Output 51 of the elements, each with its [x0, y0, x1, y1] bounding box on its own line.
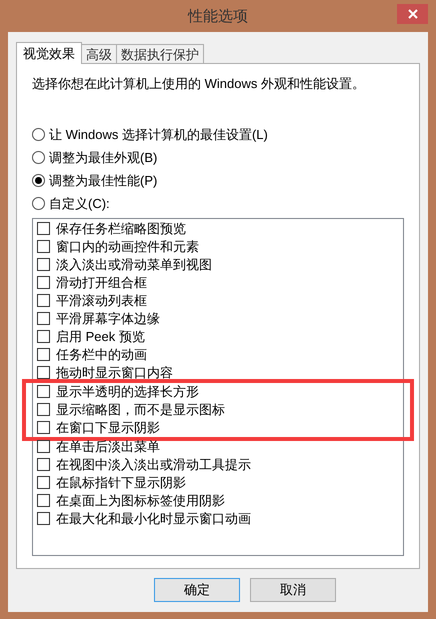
window-title: 性能选项 [188, 6, 248, 27]
option-label: 平滑滚动列表框 [56, 292, 147, 310]
checkbox[interactable] [37, 512, 50, 525]
checkbox[interactable] [37, 276, 50, 289]
option-label: 在单击后淡出菜单 [56, 438, 160, 456]
option-label: 淡入淡出或滑动菜单到视图 [56, 256, 212, 274]
option-label: 拖动时显示窗口内容 [56, 364, 173, 382]
option-label: 在鼠标指针下显示阴影 [56, 474, 186, 492]
option-label: 在桌面上为图标标签使用阴影 [56, 492, 225, 510]
radio-label: 调整为最佳外观(B) [49, 148, 158, 167]
checkbox[interactable] [37, 366, 50, 379]
option-label: 在最大化和最小化时显示窗口动画 [56, 510, 251, 528]
radio-label: 自定义(C): [49, 194, 110, 213]
checkbox[interactable] [37, 458, 50, 471]
radio-label: 调整为最佳性能(P) [49, 172, 158, 190]
checkbox[interactable] [37, 403, 50, 416]
option-label: 在视图中淡入淡出或滑动工具提示 [56, 456, 251, 474]
checkbox[interactable] [37, 294, 50, 307]
checkbox[interactable] [37, 385, 50, 398]
checkbox[interactable] [37, 421, 50, 434]
option-label: 显示半透明的选择长方形 [56, 382, 199, 401]
radio-button[interactable] [32, 197, 45, 210]
close-button[interactable] [397, 4, 428, 24]
radio-button[interactable] [32, 128, 45, 141]
checkbox[interactable] [37, 348, 50, 361]
checkbox[interactable] [37, 330, 50, 343]
option-label: 在窗口下显示阴影 [56, 418, 160, 437]
close-icon [408, 9, 418, 19]
option-label: 任务栏中的动画 [56, 346, 147, 364]
option-label: 保存任务栏缩略图预览 [56, 220, 186, 238]
option-label: 滑动打开组合框 [56, 274, 147, 292]
option-label: 窗口内的动画控件和元素 [56, 238, 199, 256]
tab[interactable]: 数据执行保护 [116, 44, 204, 63]
checkbox[interactable] [37, 222, 50, 235]
tab[interactable]: 高级 [81, 44, 117, 63]
checkbox[interactable] [37, 440, 50, 453]
description: 选择你想在此计算机上使用的 Windows 外观和性能设置。 [32, 75, 366, 93]
radio-button[interactable] [32, 151, 45, 164]
checkbox[interactable] [37, 240, 50, 253]
dialog-button[interactable]: 确定 [154, 578, 240, 602]
radio-label: 让 Windows 选择计算机的最佳设置(L) [49, 126, 268, 144]
checkbox[interactable] [37, 494, 50, 507]
checkbox[interactable] [37, 476, 50, 489]
radio-button[interactable] [32, 174, 45, 187]
checkbox[interactable] [37, 312, 50, 325]
checkbox[interactable] [37, 258, 50, 271]
option-label: 显示缩略图，而不是显示图标 [56, 400, 225, 419]
option-label: 启用 Peek 预览 [56, 328, 145, 346]
dialog-button[interactable]: 取消 [250, 578, 336, 602]
tab[interactable]: 视觉效果 [16, 42, 82, 64]
option-label: 平滑屏幕字体边缘 [56, 310, 160, 328]
